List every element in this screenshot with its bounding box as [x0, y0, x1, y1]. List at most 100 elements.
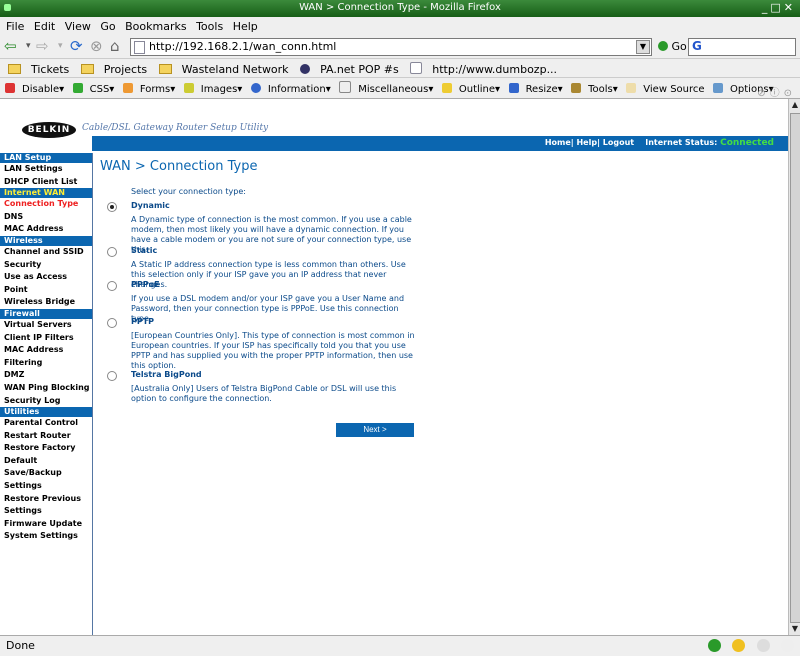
security-icon[interactable] — [707, 639, 721, 652]
bookmarks-toolbar: Tickets Projects Wasteland Network PA.ne… — [0, 59, 800, 78]
go-label: Go — [671, 40, 687, 53]
bookmark-tickets[interactable]: Tickets — [8, 61, 69, 76]
disable-icon — [5, 83, 15, 93]
sidebar-item-use-as-access-point[interactable]: Use as Access Point — [0, 271, 92, 296]
internet-status-value: Connected — [720, 138, 774, 148]
option-name: PPTP — [131, 317, 155, 326]
dev-css[interactable]: CSS▾ — [72, 81, 114, 95]
sidebar-item-mac-address-filtering[interactable]: MAC Address Filtering — [0, 344, 92, 369]
address-dropdown-icon[interactable]: ▼ — [636, 40, 650, 54]
web-developer-toolbar: Disable▾ CSS▾ Forms▾ Images▾ Information… — [0, 78, 800, 99]
sidebar-item-restart-router[interactable]: Restart Router — [0, 430, 92, 443]
back-dropdown-icon[interactable]: ▾ — [26, 38, 31, 54]
status-text: Done — [6, 639, 35, 652]
scroll-down-icon[interactable]: ▼ — [789, 623, 800, 635]
tagline: Cable/DSL Gateway Router Setup Utility — [82, 123, 269, 133]
bookmark-pa-net[interactable]: PA.net POP #s — [300, 61, 399, 76]
search-input[interactable]: G — [688, 38, 796, 56]
cloud-icon[interactable] — [781, 639, 794, 652]
belkin-logo: BELKIN — [22, 122, 76, 138]
scroll-up-icon[interactable]: ▲ — [789, 99, 800, 111]
dev-information[interactable]: Information▾ — [250, 81, 331, 95]
vertical-scrollbar[interactable]: ▲ ▼ — [788, 99, 800, 635]
page-title: WAN > Connection Type — [100, 159, 258, 174]
css-icon — [72, 83, 83, 93]
sidebar-item-dns[interactable]: DNS — [0, 211, 92, 224]
search-engine-icon: G — [692, 39, 702, 53]
dev-miscellaneous[interactable]: Miscellaneous▾ — [339, 81, 433, 95]
page-content: BELKIN Cable/DSL Gateway Router Setup Ut… — [0, 99, 788, 635]
radio-static[interactable] — [107, 247, 117, 257]
option-description: [Australia Only] Users of Telstra BigPon… — [131, 384, 397, 403]
home-icon[interactable]: ⌂ — [110, 38, 120, 54]
page-icon — [410, 62, 423, 74]
menu-help[interactable]: Help — [233, 20, 258, 33]
sidebar-item-save-backup-settings[interactable]: Save/Backup Settings — [0, 467, 92, 492]
go-button[interactable]: Go — [658, 40, 687, 53]
back-icon[interactable]: ⇦ — [4, 38, 17, 54]
dev-disable[interactable]: Disable▾ — [5, 81, 64, 95]
address-input[interactable]: http://192.168.2.1/wan_conn.html — [149, 40, 336, 53]
radio-dynamic[interactable] — [107, 202, 117, 212]
sidebar-item-wan-ping-blocking[interactable]: WAN Ping Blocking — [0, 382, 92, 395]
dev-tools[interactable]: Tools▾ — [571, 81, 618, 95]
status-bar: Done — [0, 635, 800, 656]
sidebar-item-dmz[interactable]: DMZ — [0, 369, 92, 382]
menu-edit[interactable]: Edit — [34, 20, 55, 33]
sidebar-item-security-log[interactable]: Security Log — [0, 395, 92, 408]
sidebar-item-connection-type[interactable]: Connection Type — [0, 198, 92, 211]
sidebar-item-restore-previous-settings[interactable]: Restore Previous Settings — [0, 493, 92, 518]
cloud-icon[interactable] — [756, 639, 770, 652]
sidebar-section-firewall: Firewall — [0, 308, 92, 319]
option-description: [European Countries Only]. This type of … — [131, 331, 415, 370]
folder-icon — [8, 64, 21, 74]
menu-view[interactable]: View — [65, 20, 91, 33]
dev-view-source[interactable]: View Source — [626, 81, 705, 95]
menu-go[interactable]: Go — [100, 20, 115, 33]
sidebar: LAN Setup LAN Settings DHCP Client List Int… — [0, 153, 93, 635]
dev-images[interactable]: Images▾ — [183, 81, 242, 95]
reload-icon[interactable]: ⟳ — [70, 38, 83, 54]
dev-status-icons[interactable]: ⊘ⓘ⊙ — [757, 84, 796, 99]
bookmark-wasteland-network[interactable]: Wasteland Network — [158, 61, 289, 76]
sidebar-item-firmware-update[interactable]: Firmware Update — [0, 518, 92, 531]
forward-icon[interactable]: ⇨ — [36, 38, 49, 54]
home-help-logout-links[interactable]: Home| Help| Logout — [545, 138, 634, 147]
connection-type-prompt: Select your connection type: — [131, 187, 246, 196]
radio-pppoe[interactable] — [107, 281, 117, 291]
sidebar-item-security[interactable]: Security — [0, 259, 92, 272]
sidebar-item-client-ip-filters[interactable]: Client IP Filters — [0, 332, 92, 345]
sidebar-item-parental-control[interactable]: Parental Control — [0, 417, 92, 430]
option-name: Dynamic — [131, 201, 170, 210]
bookmark-projects[interactable]: Projects — [80, 61, 147, 76]
next-button[interactable]: Next > — [336, 423, 414, 437]
sidebar-item-channel-and-ssid[interactable]: Channel and SSID — [0, 246, 92, 259]
sidebar-item-virtual-servers[interactable]: Virtual Servers — [0, 319, 92, 332]
dev-forms[interactable]: Forms▾ — [122, 81, 175, 95]
menu-file[interactable]: File — [6, 20, 24, 33]
dev-outline[interactable]: Outline▾ — [441, 81, 500, 95]
sidebar-item-lan-settings[interactable]: LAN Settings — [0, 163, 92, 176]
address-bar[interactable]: http://192.168.2.1/wan_conn.html ▼ — [130, 38, 652, 56]
sidebar-section-lan-setup: LAN Setup — [0, 153, 92, 163]
sidebar-item-restore-factory-default[interactable]: Restore Factory Default — [0, 442, 92, 467]
option-name: PPPoE — [131, 280, 160, 289]
menu-bookmarks[interactable]: Bookmarks — [125, 20, 186, 33]
sidebar-item-dhcp-client-list[interactable]: DHCP Client List — [0, 176, 92, 189]
menu-tools[interactable]: Tools — [196, 20, 223, 33]
window-controls[interactable]: _□✕ — [762, 1, 796, 14]
bookmark-dumbozp[interactable]: http://www.dumbozp... — [410, 61, 557, 76]
option-name: Static — [131, 246, 158, 255]
forward-dropdown-icon[interactable]: ▾ — [58, 38, 63, 54]
stop-icon[interactable]: ⊗ — [90, 38, 103, 54]
sidebar-item-mac-address[interactable]: MAC Address — [0, 223, 92, 236]
sidebar-section-internet-wan: Internet WAN — [0, 188, 92, 199]
scroll-thumb[interactable] — [790, 113, 800, 623]
sidebar-item-wireless-bridge[interactable]: Wireless Bridge — [0, 296, 92, 309]
dev-resize[interactable]: Resize▾ — [508, 81, 563, 95]
weather-icon[interactable] — [732, 639, 745, 652]
internet-status-label: Internet Status: — [645, 138, 718, 147]
sidebar-item-system-settings[interactable]: System Settings — [0, 530, 92, 543]
radio-pptp[interactable] — [107, 318, 117, 328]
radio-telstra-bigpond[interactable] — [107, 371, 117, 381]
